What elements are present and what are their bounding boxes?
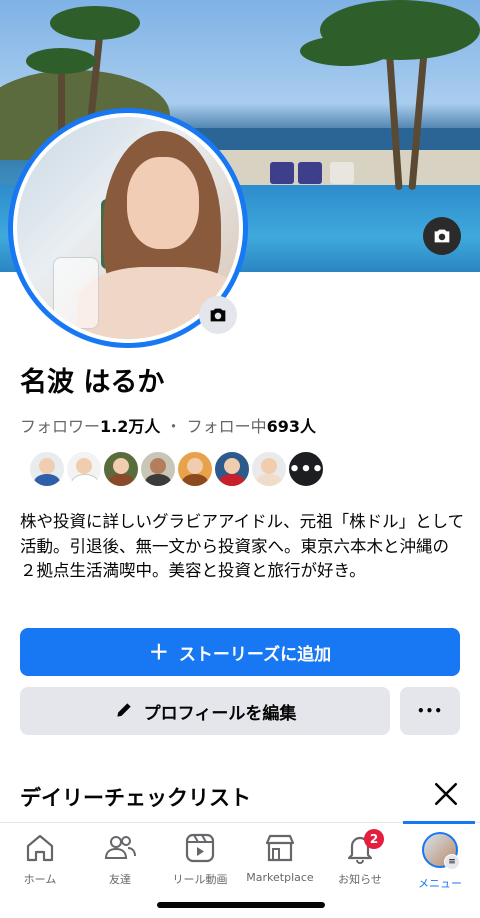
notification-badge: 2 [364, 829, 384, 849]
tab-label: Marketplace [246, 871, 314, 884]
followers-count: 1.2万人 [100, 417, 161, 436]
friend-avatar[interactable] [65, 450, 103, 488]
profile-bio: 株や投資に詳しいグラビアアイドル、元祖「株ドル」として活動。引退後、無一文から投… [20, 512, 465, 580]
followers-label: フォロワー [20, 417, 101, 436]
close-icon [434, 782, 458, 806]
friend-avatar[interactable] [28, 450, 66, 488]
reels-icon [185, 833, 215, 863]
menu-avatar-icon: ≡ [422, 832, 460, 870]
edit-profile-button[interactable]: プロフィールを編集 [20, 687, 390, 735]
more-friends-button[interactable]: ••• [287, 450, 325, 488]
friend-avatar[interactable] [102, 450, 140, 488]
home-indicator [157, 902, 325, 908]
camera-icon [434, 229, 450, 243]
tab-label: お知らせ [338, 873, 382, 886]
stats-separator: ・ [160, 417, 187, 436]
home-icon [26, 834, 54, 862]
following-count: 693人 [266, 417, 316, 436]
edit-profile-picture-camera-button[interactable] [199, 296, 237, 334]
pencil-icon [114, 700, 134, 723]
close-checklist-button[interactable] [428, 776, 464, 812]
friend-avatar[interactable] [176, 450, 214, 488]
tab-label: メニュー [418, 877, 462, 890]
following-label: フォロー中 [186, 417, 267, 436]
tab-label: リール動画 [172, 873, 228, 886]
plus-icon: ＋ [148, 640, 169, 664]
tab-marketplace[interactable]: Marketplace [240, 831, 320, 884]
friend-avatar[interactable] [139, 450, 177, 488]
tab-friends[interactable]: 友達 [80, 831, 160, 887]
add-to-story-label: ストーリーズに追加 [178, 644, 332, 665]
more-options-button[interactable]: ••• [400, 687, 460, 735]
tab-label: 友達 [109, 873, 131, 886]
marketplace-icon [265, 834, 295, 862]
daily-checklist-title: デイリーチェックリスト [20, 786, 251, 810]
friend-avatar[interactable] [213, 450, 251, 488]
tab-notifications[interactable]: 2 お知らせ [320, 829, 400, 887]
edit-cover-camera-button[interactable] [423, 217, 461, 255]
camera-icon [210, 308, 226, 322]
ellipsis-icon: ••• [416, 704, 443, 718]
tab-label: ホーム [23, 873, 57, 886]
tab-reels[interactable]: リール動画 [160, 831, 240, 887]
active-tab-indicator [403, 821, 475, 824]
friend-avatar[interactable] [250, 450, 288, 488]
tab-home[interactable]: ホーム [0, 831, 80, 887]
tab-menu[interactable]: ≡ メニュー [400, 831, 480, 891]
edit-profile-label: プロフィールを編集 [143, 703, 297, 724]
profile-name: 名波 はるか [20, 367, 165, 398]
follow-stats[interactable]: フォロワー1.2万人 ・ フォロー中693人 [20, 413, 316, 437]
friends-icon [104, 836, 136, 859]
add-to-story-button[interactable]: ＋ ストーリーズに追加 [20, 628, 460, 676]
hamburger-icon: ≡ [444, 854, 460, 870]
friends-avatars[interactable]: ••• [28, 450, 325, 488]
